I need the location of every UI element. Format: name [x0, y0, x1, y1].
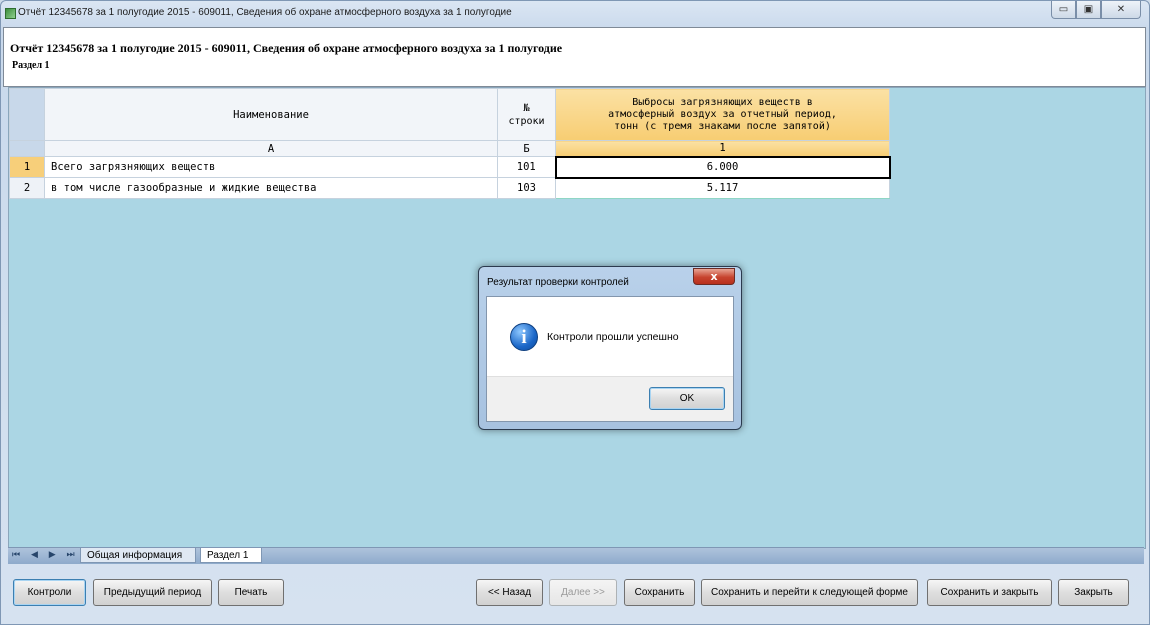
- row-code-cell[interactable]: 101: [497, 156, 556, 178]
- data-grid: Наименование № строки Выбросы загрязняющ…: [9, 88, 891, 199]
- close-icon[interactable]: ✕: [1101, 1, 1141, 19]
- button-bar: Контроли Предыдущий период Печать << Наз…: [1, 579, 1149, 609]
- control-check-dialog: Результат проверки контролей x i Контрол…: [478, 266, 742, 430]
- col-val-line1: Выбросы загрязняющих веществ в: [632, 96, 813, 108]
- close-button[interactable]: Закрыть: [1058, 579, 1129, 606]
- row-number[interactable]: 1: [9, 156, 45, 178]
- row-number[interactable]: 2: [9, 177, 45, 199]
- dialog-body: i Контроли прошли успешно OK: [486, 296, 734, 422]
- column-header-line-number: № строки: [497, 88, 556, 141]
- column-letter-1: 1: [555, 140, 890, 157]
- tab-section-1[interactable]: Раздел 1: [200, 548, 262, 563]
- col-val-line3: тонн (с тремя знаками после запятой): [614, 120, 831, 132]
- maximize-icon[interactable]: ▣: [1076, 1, 1101, 19]
- controls-button[interactable]: Контроли: [13, 579, 86, 606]
- column-header-emissions: Выбросы загрязняющих веществ в атмосферн…: [555, 88, 890, 141]
- col-no-line2: строки: [508, 115, 545, 127]
- sheet-nav-arrows-icon[interactable]: ⏮ ◀ ▶ ⏭: [12, 550, 79, 560]
- save-button[interactable]: Сохранить: [624, 579, 695, 606]
- previous-period-button[interactable]: Предыдущий период: [93, 579, 212, 606]
- window-title: Отчёт 12345678 за 1 полугодие 2015 - 609…: [18, 7, 512, 18]
- dialog-message: Контроли прошли успешно: [547, 331, 679, 343]
- column-header-name: Наименование: [44, 88, 498, 141]
- tab-general-info[interactable]: Общая информация: [80, 548, 196, 563]
- col-no-line1: №: [523, 102, 530, 114]
- grid-corner-letter: [9, 140, 45, 157]
- column-letter-b: Б: [497, 140, 556, 157]
- minimize-icon[interactable]: ▭: [1051, 1, 1076, 19]
- info-icon: i: [510, 323, 538, 351]
- section-label: Раздел 1: [12, 60, 50, 71]
- sheet-tab-strip: ⏮ ◀ ▶ ⏭ Общая информация Раздел 1: [8, 547, 1144, 564]
- dialog-title: Результат проверки контролей: [487, 277, 629, 288]
- value-cell[interactable]: 6.000: [554, 155, 891, 179]
- report-header: Отчёт 12345678 за 1 полугодие 2015 - 609…: [3, 27, 1146, 87]
- save-and-close-button[interactable]: Сохранить и закрыть: [927, 579, 1052, 606]
- grid-corner[interactable]: [9, 88, 45, 141]
- row-name-cell[interactable]: Всего загрязняющих веществ: [44, 156, 498, 178]
- report-title: Отчёт 12345678 за 1 полугодие 2015 - 609…: [10, 41, 563, 55]
- next-button: Далее >>: [549, 579, 617, 606]
- value-cell[interactable]: 5.117: [555, 177, 890, 199]
- save-and-next-form-button[interactable]: Сохранить и перейти к следующей форме: [701, 579, 918, 606]
- title-bar[interactable]: Отчёт 12345678 за 1 полугодие 2015 - 609…: [1, 1, 1149, 27]
- col-val-line2: атмосферный воздух за отчетный период,: [608, 108, 837, 120]
- back-button[interactable]: << Назад: [476, 579, 543, 606]
- dialog-close-icon[interactable]: x: [693, 268, 735, 285]
- window-controls: ▭ ▣ ✕: [1051, 1, 1141, 19]
- column-letter-a: А: [44, 140, 498, 157]
- app-icon: [5, 8, 16, 19]
- row-name-cell[interactable]: в том числе газообразные и жидкие вещест…: [44, 177, 498, 199]
- print-button[interactable]: Печать: [218, 579, 284, 606]
- row-code-cell[interactable]: 103: [497, 177, 556, 199]
- ok-button[interactable]: OK: [649, 387, 725, 410]
- dialog-footer: OK: [487, 376, 733, 421]
